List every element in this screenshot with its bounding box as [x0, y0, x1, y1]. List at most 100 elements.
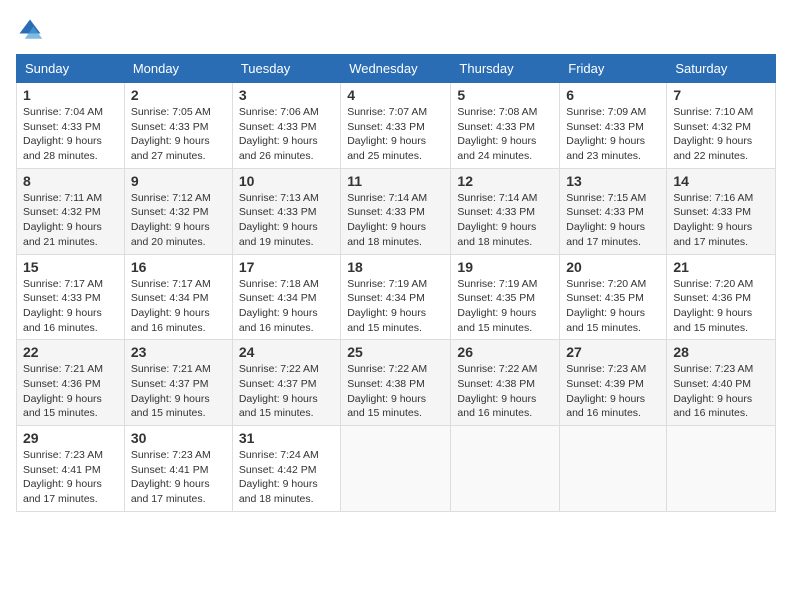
- day-info: Sunrise: 7:21 AMSunset: 4:37 PMDaylight:…: [131, 362, 226, 421]
- logo-icon: [16, 16, 44, 44]
- day-number: 24: [239, 344, 334, 360]
- day-number: 14: [673, 173, 769, 189]
- day-number: 6: [566, 87, 660, 103]
- calendar-cell: 30 Sunrise: 7:23 AMSunset: 4:41 PMDayligh…: [124, 426, 232, 512]
- day-number: 12: [457, 173, 553, 189]
- weekday-header: Sunday: [17, 55, 125, 83]
- day-info: Sunrise: 7:21 AMSunset: 4:36 PMDaylight:…: [23, 362, 118, 421]
- day-info: Sunrise: 7:23 AMSunset: 4:41 PMDaylight:…: [23, 448, 118, 507]
- calendar-cell: 25 Sunrise: 7:22 AMSunset: 4:38 PMDayligh…: [341, 340, 451, 426]
- day-info: Sunrise: 7:07 AMSunset: 4:33 PMDaylight:…: [347, 105, 444, 164]
- calendar-cell: 14 Sunrise: 7:16 AMSunset: 4:33 PMDayligh…: [667, 168, 776, 254]
- calendar-table: SundayMondayTuesdayWednesdayThursdayFrid…: [16, 54, 776, 512]
- calendar-cell: 18Sunrise: 7:19 AMSunset: 4:34 PMDayligh…: [341, 254, 451, 340]
- day-info: Sunrise: 7:10 AMSunset: 4:32 PMDaylight:…: [673, 105, 769, 164]
- day-info: Sunrise: 7:08 AMSunset: 4:33 PMDaylight:…: [457, 105, 553, 164]
- day-number: 23: [131, 344, 226, 360]
- day-number: 3: [239, 87, 334, 103]
- calendar-cell: 24 Sunrise: 7:22 AMSunset: 4:37 PMDayligh…: [232, 340, 340, 426]
- day-info: Sunrise: 7:09 AMSunset: 4:33 PMDaylight:…: [566, 105, 660, 164]
- calendar-cell: 29 Sunrise: 7:23 AMSunset: 4:41 PMDayligh…: [17, 426, 125, 512]
- day-info: Sunrise: 7:23 AMSunset: 4:39 PMDaylight:…: [566, 362, 660, 421]
- calendar-cell: [667, 426, 776, 512]
- weekday-header: Tuesday: [232, 55, 340, 83]
- calendar-cell: 21 Sunrise: 7:20 AMSunset: 4:36 PMDayligh…: [667, 254, 776, 340]
- day-number: 20: [566, 259, 660, 275]
- calendar-cell: 1 Sunrise: 7:04 AMSunset: 4:33 PMDaylight…: [17, 83, 125, 169]
- weekday-header: Friday: [560, 55, 667, 83]
- day-number: 11: [347, 173, 444, 189]
- day-number: 8: [23, 173, 118, 189]
- weekday-header: Saturday: [667, 55, 776, 83]
- day-number: 21: [673, 259, 769, 275]
- calendar-cell: 6 Sunrise: 7:09 AMSunset: 4:33 PMDaylight…: [560, 83, 667, 169]
- day-info: Sunrise: 7:24 AMSunset: 4:42 PMDaylight:…: [239, 448, 334, 507]
- day-number: 19: [457, 259, 553, 275]
- calendar-cell: 4 Sunrise: 7:07 AMSunset: 4:33 PMDaylight…: [341, 83, 451, 169]
- calendar-cell: 13 Sunrise: 7:15 AMSunset: 4:33 PMDayligh…: [560, 168, 667, 254]
- calendar-cell: 10 Sunrise: 7:13 AMSunset: 4:33 PMDayligh…: [232, 168, 340, 254]
- day-number: 9: [131, 173, 226, 189]
- day-info: Sunrise: 7:06 AMSunset: 4:33 PMDaylight:…: [239, 105, 334, 164]
- calendar-cell: 17 Sunrise: 7:18 AMSunset: 4:34 PMDayligh…: [232, 254, 340, 340]
- day-number: 17: [239, 259, 334, 275]
- calendar-cell: 2Sunrise: 7:05 AMSunset: 4:33 PMDaylight…: [124, 83, 232, 169]
- logo: [16, 16, 48, 44]
- day-info: Sunrise: 7:20 AMSunset: 4:36 PMDaylight:…: [673, 277, 769, 336]
- day-info: Sunrise: 7:22 AMSunset: 4:38 PMDaylight:…: [347, 362, 444, 421]
- day-info: Sunrise: 7:20 AMSunset: 4:35 PMDaylight:…: [566, 277, 660, 336]
- day-info: Sunrise: 7:13 AMSunset: 4:33 PMDaylight:…: [239, 191, 334, 250]
- calendar-cell: 11 Sunrise: 7:14 AMSunset: 4:33 PMDayligh…: [341, 168, 451, 254]
- day-info: Sunrise: 7:14 AMSunset: 4:33 PMDaylight:…: [457, 191, 553, 250]
- day-info: Sunrise: 7:12 AMSunset: 4:32 PMDaylight:…: [131, 191, 226, 250]
- day-number: 1: [23, 87, 118, 103]
- day-info: Sunrise: 7:22 AMSunset: 4:37 PMDaylight:…: [239, 362, 334, 421]
- calendar-cell: 7Sunrise: 7:10 AMSunset: 4:32 PMDaylight…: [667, 83, 776, 169]
- day-info: Sunrise: 7:05 AMSunset: 4:33 PMDaylight:…: [131, 105, 226, 164]
- calendar-cell: 27 Sunrise: 7:23 AMSunset: 4:39 PMDayligh…: [560, 340, 667, 426]
- calendar-cell: [341, 426, 451, 512]
- calendar-cell: 5 Sunrise: 7:08 AMSunset: 4:33 PMDaylight…: [451, 83, 560, 169]
- day-info: Sunrise: 7:11 AMSunset: 4:32 PMDaylight:…: [23, 191, 118, 250]
- day-info: Sunrise: 7:23 AMSunset: 4:41 PMDaylight:…: [131, 448, 226, 507]
- day-number: 31: [239, 430, 334, 446]
- day-info: Sunrise: 7:19 AMSunset: 4:34 PMDaylight:…: [347, 277, 444, 336]
- calendar-cell: 22Sunrise: 7:21 AMSunset: 4:36 PMDayligh…: [17, 340, 125, 426]
- calendar-cell: 26Sunrise: 7:22 AMSunset: 4:38 PMDayligh…: [451, 340, 560, 426]
- day-info: Sunrise: 7:15 AMSunset: 4:33 PMDaylight:…: [566, 191, 660, 250]
- weekday-header: Monday: [124, 55, 232, 83]
- day-number: 29: [23, 430, 118, 446]
- page-header: [16, 16, 776, 44]
- day-info: Sunrise: 7:23 AMSunset: 4:40 PMDaylight:…: [673, 362, 769, 421]
- day-info: Sunrise: 7:17 AMSunset: 4:34 PMDaylight:…: [131, 277, 226, 336]
- calendar-cell: 19Sunrise: 7:19 AMSunset: 4:35 PMDayligh…: [451, 254, 560, 340]
- weekday-header: Wednesday: [341, 55, 451, 83]
- calendar-cell: [451, 426, 560, 512]
- day-number: 25: [347, 344, 444, 360]
- day-number: 10: [239, 173, 334, 189]
- calendar-cell: 8 Sunrise: 7:11 AMSunset: 4:32 PMDaylight…: [17, 168, 125, 254]
- calendar-week-row: 22Sunrise: 7:21 AMSunset: 4:36 PMDayligh…: [17, 340, 776, 426]
- weekday-header: Thursday: [451, 55, 560, 83]
- calendar-week-row: 29 Sunrise: 7:23 AMSunset: 4:41 PMDayligh…: [17, 426, 776, 512]
- calendar-cell: [560, 426, 667, 512]
- day-info: Sunrise: 7:14 AMSunset: 4:33 PMDaylight:…: [347, 191, 444, 250]
- day-info: Sunrise: 7:17 AMSunset: 4:33 PMDaylight:…: [23, 277, 118, 336]
- day-info: Sunrise: 7:16 AMSunset: 4:33 PMDaylight:…: [673, 191, 769, 250]
- day-info: Sunrise: 7:04 AMSunset: 4:33 PMDaylight:…: [23, 105, 118, 164]
- calendar-week-row: 1 Sunrise: 7:04 AMSunset: 4:33 PMDaylight…: [17, 83, 776, 169]
- calendar-cell: 20 Sunrise: 7:20 AMSunset: 4:35 PMDayligh…: [560, 254, 667, 340]
- calendar-cell: 15 Sunrise: 7:17 AMSunset: 4:33 PMDayligh…: [17, 254, 125, 340]
- day-info: Sunrise: 7:22 AMSunset: 4:38 PMDaylight:…: [457, 362, 553, 421]
- calendar-cell: 16 Sunrise: 7:17 AMSunset: 4:34 PMDayligh…: [124, 254, 232, 340]
- day-number: 5: [457, 87, 553, 103]
- day-number: 30: [131, 430, 226, 446]
- day-number: 16: [131, 259, 226, 275]
- day-number: 27: [566, 344, 660, 360]
- calendar-week-row: 15 Sunrise: 7:17 AMSunset: 4:33 PMDayligh…: [17, 254, 776, 340]
- day-info: Sunrise: 7:18 AMSunset: 4:34 PMDaylight:…: [239, 277, 334, 336]
- day-number: 4: [347, 87, 444, 103]
- day-number: 13: [566, 173, 660, 189]
- day-number: 15: [23, 259, 118, 275]
- calendar-week-row: 8 Sunrise: 7:11 AMSunset: 4:32 PMDaylight…: [17, 168, 776, 254]
